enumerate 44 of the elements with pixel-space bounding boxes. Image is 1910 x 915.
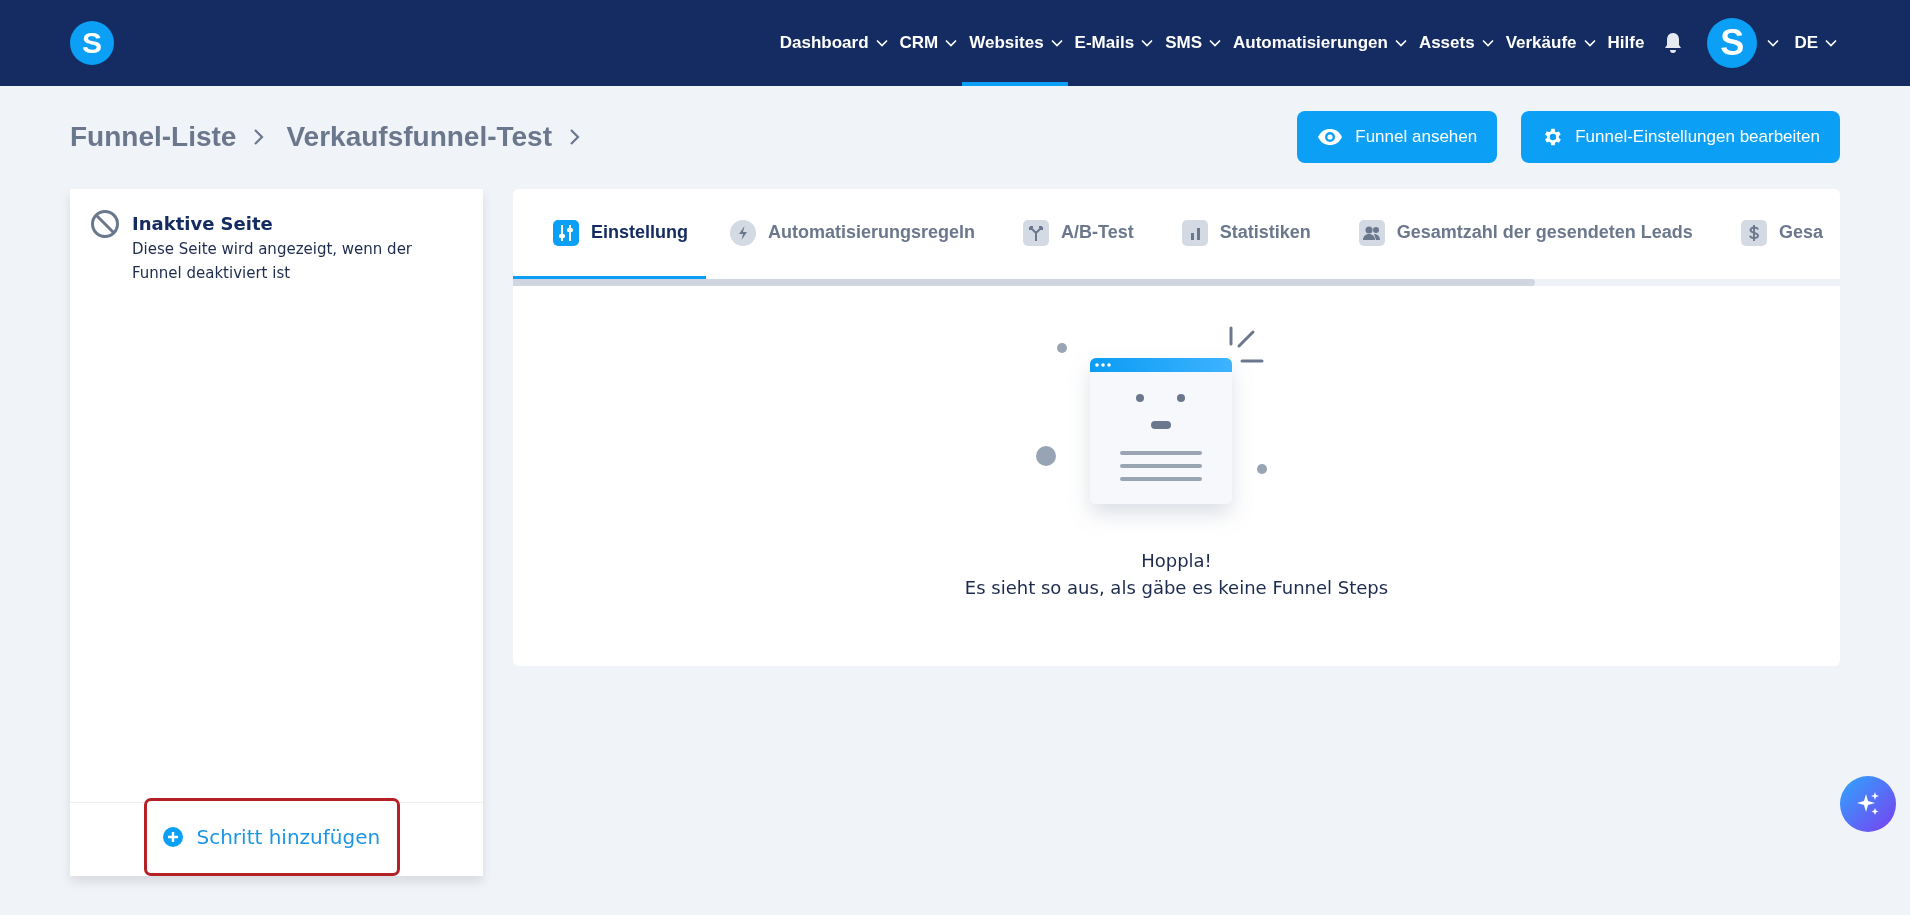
tab[interactable]: Gesamtzahl der gesendeten Leads [1334,189,1717,279]
chevron-down-icon [1208,39,1221,47]
chevron-down-icon [1141,39,1154,47]
chevron-right-icon [252,128,265,146]
sliders-icon [553,219,579,246]
step-title[interactable]: Inaktive Seite [132,213,432,234]
empty-state-title: Hoppla! [1141,550,1212,571]
tab[interactable]: Automatisierungsregeln [706,189,1000,279]
chevron-down-icon [1583,39,1596,47]
nav-menu-item[interactable]: E-Mails [1067,0,1159,86]
people-icon [1358,219,1385,246]
nav-menu-item[interactable]: SMS [1158,0,1226,86]
bar-chart-icon [1181,219,1208,246]
nav-menu-item[interactable]: Verkäufe [1498,0,1601,86]
chevron-down-icon[interactable] [1767,39,1780,47]
step-description: Diese Seite wird angezeigt, wenn der Funnel deaktiviert ist [132,239,414,284]
chevron-down-icon [1394,39,1407,47]
breadcrumb-link[interactable]: Verkaufsfunnel-Test [286,121,552,153]
language-selector[interactable]: DE [1787,0,1842,86]
nav-menu-item[interactable]: Assets [1411,0,1499,86]
nav-menu-item[interactable]: Dashboard [772,0,893,86]
chevron-right-icon [568,128,580,146]
scrollbar[interactable] [513,279,1535,286]
chevron-down-icon [1050,39,1063,47]
breadcrumb-link[interactable]: Funnel-Liste [70,121,237,153]
tab[interactable]: A/B-Test [999,189,1158,279]
tab[interactable]: Gesa [1716,189,1823,279]
nav-menu-item[interactable]: CRM [892,0,963,86]
eye-icon [1317,128,1344,146]
bell-icon[interactable] [1663,32,1684,54]
nav-menu-item[interactable]: Hilfe [1600,0,1650,86]
tab[interactable]: Statistiken [1157,189,1335,279]
nav-menu-item[interactable]: Automatisierungen [1225,0,1412,86]
chevron-down-icon [1825,39,1837,47]
ai-assistant-button[interactable] [1840,776,1896,832]
dollar-icon [1740,219,1767,246]
chevron-down-icon [875,39,888,47]
nav-menu-item[interactable]: Websites [962,0,1068,86]
empty-state-message: Es sieht so aus, als gäbe es keine Funnel Steps [964,577,1389,598]
plus-circle-icon [162,826,183,847]
lightning-icon [730,219,756,246]
chevron-down-icon [1481,39,1494,47]
ban-icon [90,209,120,239]
chevron-down-icon [945,39,958,47]
